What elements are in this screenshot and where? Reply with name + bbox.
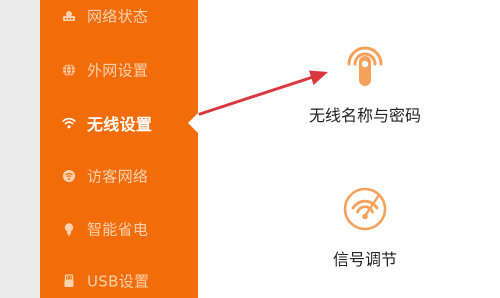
wifi-icon [62, 117, 76, 129]
sidebar-item-wan-settings[interactable]: 外网设置 [40, 55, 198, 85]
wifi-finger-icon [347, 46, 383, 86]
sidebar-item-label: 无线设置 [87, 115, 153, 134]
sidebar-item-wireless-settings[interactable]: 无线设置 [40, 108, 198, 138]
left-gutter [0, 0, 40, 298]
guest-network-icon [63, 170, 75, 182]
network-status-icon [63, 11, 75, 21]
sidebar-item-guest-network[interactable]: 访客网络 [40, 161, 198, 191]
sidebar-item-smart-power-saving[interactable]: 智能省电 [40, 214, 198, 244]
sidebar-item-usb-settings[interactable]: USB设置 [40, 266, 198, 296]
active-item-pointer [188, 112, 199, 134]
usb-icon [64, 274, 74, 287]
signal-adjust-icon [343, 187, 387, 231]
sidebar-item-label: 网络状态 [87, 7, 149, 26]
feature-label: 无线名称与密码 [308, 106, 421, 125]
sidebar-item-network-status[interactable]: 网络状态 [40, 1, 198, 31]
sidebar-item-label: 访客网络 [87, 167, 149, 186]
sidebar-item-label: 外网设置 [87, 61, 149, 80]
sidebar-item-label: 智能省电 [87, 220, 149, 239]
feature-label: 信号调节 [332, 250, 397, 269]
globe-icon [63, 63, 75, 77]
feature-wireless-name-password[interactable]: 无线名称与密码 [290, 38, 440, 126]
sidebar [40, 0, 198, 298]
bulb-icon [64, 223, 74, 236]
feature-signal-adjustment[interactable]: 信号调节 [300, 186, 430, 270]
sidebar-item-label: USB设置 [87, 272, 150, 291]
